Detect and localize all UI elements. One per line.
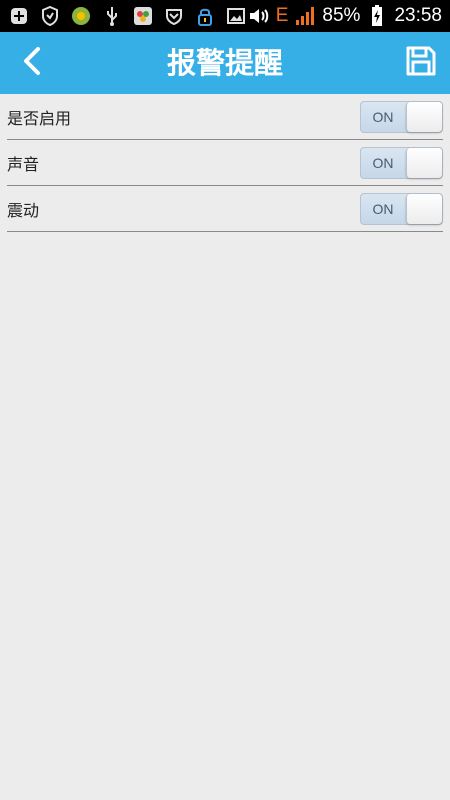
image-icon xyxy=(225,5,247,27)
notification-icons xyxy=(8,0,247,32)
settings-list: 是否启用 ON 声音 ON 震动 ON xyxy=(0,94,450,232)
shield-icon xyxy=(39,5,61,27)
setting-label: 震动 xyxy=(7,200,40,220)
gallery-icon xyxy=(132,5,154,27)
toggle-state: ON xyxy=(372,154,394,171)
page-title: 报警提醒 xyxy=(166,46,283,80)
setting-label: 声音 xyxy=(7,154,40,174)
toggle-state: ON xyxy=(372,200,394,217)
toggle-knob xyxy=(406,193,442,224)
vibrate-toggle[interactable]: ON xyxy=(360,192,443,225)
clock: 23:58 xyxy=(394,5,442,26)
setting-row-vibrate: 震动 ON xyxy=(7,186,443,232)
battery-charging-icon xyxy=(366,5,388,27)
title-bar: 报警提醒 xyxy=(0,32,450,94)
back-button[interactable] xyxy=(10,41,54,85)
chevron-left-icon xyxy=(21,46,43,80)
toggle-knob xyxy=(406,147,442,178)
sound-toggle[interactable]: ON xyxy=(360,146,443,179)
setting-row-enable: 是否启用 ON xyxy=(7,94,443,140)
lock-icon xyxy=(194,5,216,27)
save-button[interactable] xyxy=(402,44,440,82)
signal-icon xyxy=(294,5,316,27)
status-bar: E 85% 23:58 xyxy=(0,0,450,32)
vpn-icon xyxy=(163,5,185,27)
notification-plus-icon xyxy=(8,5,30,27)
app-icon xyxy=(70,5,92,27)
volume-icon xyxy=(248,5,270,27)
usb-icon xyxy=(101,5,123,27)
battery-percent: 85% xyxy=(322,5,361,26)
setting-label: 是否启用 xyxy=(7,108,72,128)
toggle-knob xyxy=(406,101,442,132)
toggle-state: ON xyxy=(372,108,394,125)
network-type: E xyxy=(275,5,289,26)
system-status: E 85% 23:58 xyxy=(248,0,442,32)
save-icon xyxy=(405,45,437,81)
setting-row-sound: 声音 ON xyxy=(7,140,443,186)
enable-toggle[interactable]: ON xyxy=(360,100,443,133)
